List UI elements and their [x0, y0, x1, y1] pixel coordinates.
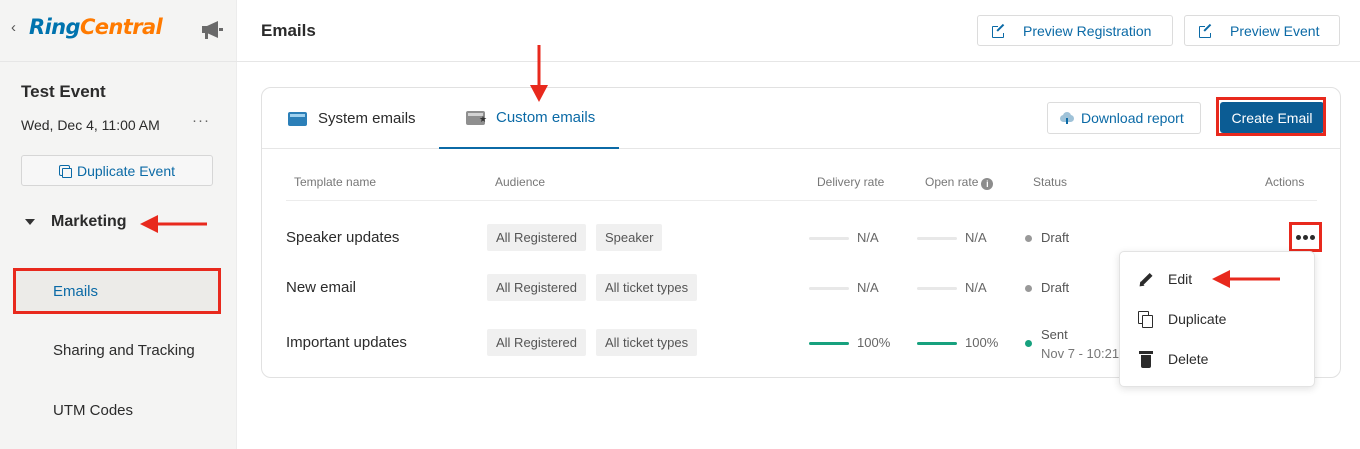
annotation-arrows — [140, 45, 1280, 288]
